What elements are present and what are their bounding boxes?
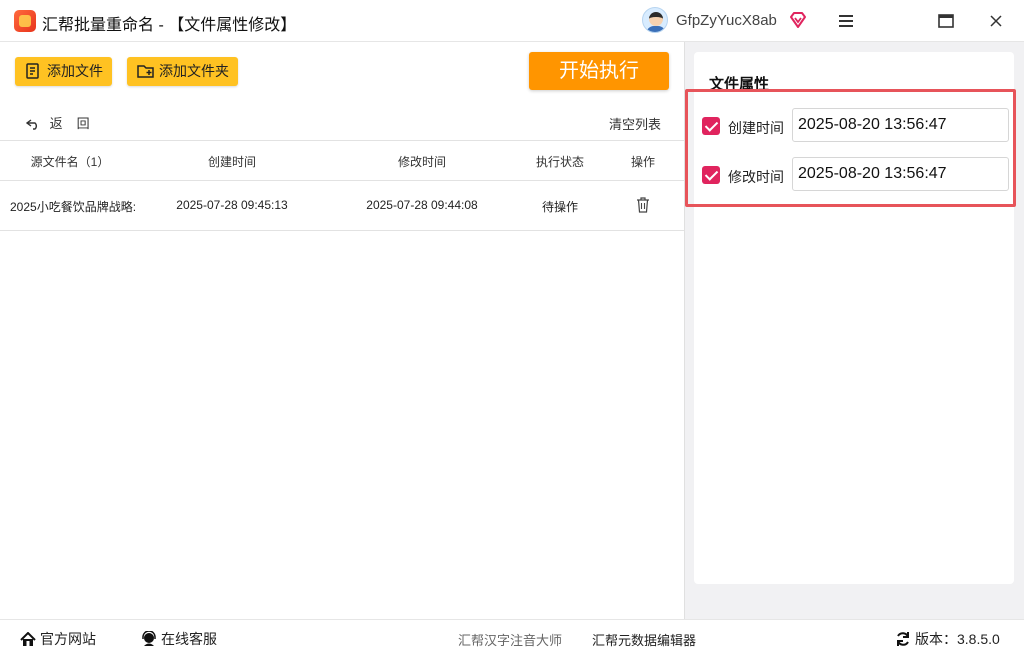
- add-file-button[interactable]: 添加文件: [15, 57, 112, 86]
- col-header-status: 执行状态: [535, 155, 584, 169]
- app-logo-icon: [14, 10, 36, 32]
- official-site-link[interactable]: 官方网站: [20, 629, 96, 649]
- version-label: 版本：3.8.5.0: [915, 631, 1000, 647]
- cell-status: 待操作: [541, 200, 578, 214]
- window-title: 汇帮批量重命名 - 【文件属性修改】: [42, 17, 297, 34]
- avatar[interactable]: [642, 7, 668, 33]
- cell-name: 2025小吃餐饮品牌战略:: [10, 200, 137, 214]
- official-site-label: 官方网站: [40, 631, 96, 647]
- add-file-icon: [26, 63, 39, 79]
- maximize-icon[interactable]: [935, 10, 957, 32]
- back-label: 返回: [49, 116, 104, 131]
- online-support-label: 在线客服: [161, 631, 217, 647]
- trash-icon[interactable]: [636, 197, 650, 213]
- table-row[interactable]: 2025小吃餐饮品牌战略: 2025-07-28 09:45:13 2025-0…: [0, 181, 684, 231]
- create-time-checkbox[interactable]: [702, 117, 720, 135]
- cell-ctime: 2025-07-28 09:45:13: [176, 198, 288, 212]
- back-arrow-icon: [25, 119, 37, 130]
- modify-time-label: 修改时间: [728, 169, 784, 185]
- col-header-mtime: 修改时间: [397, 155, 446, 169]
- footer-link-pinyin[interactable]: 汇帮汉字注音大师: [458, 630, 562, 649]
- clear-list-button[interactable]: 清空列表: [609, 114, 661, 133]
- back-button[interactable]: 返回: [25, 113, 104, 132]
- vip-diamond-icon[interactable]: [789, 11, 807, 29]
- create-time-label: 创建时间: [728, 120, 784, 136]
- footer-link-metadata[interactable]: 汇帮元数据编辑器: [592, 630, 696, 649]
- footer: 官方网站 在线客服 汇帮汉字注音大师 汇帮元数据编辑器 版本：3.8.5.0: [0, 619, 1024, 653]
- add-folder-button[interactable]: 添加文件夹: [127, 57, 238, 86]
- table-header: 源文件名（1） 创建时间 修改时间 执行状态 操作: [0, 140, 684, 181]
- menu-icon[interactable]: [835, 10, 857, 32]
- add-folder-icon: [137, 65, 154, 78]
- online-support-link[interactable]: 在线客服: [141, 629, 217, 649]
- username[interactable]: GfpZyYucX8ab: [676, 12, 777, 29]
- home-icon: [20, 631, 36, 646]
- add-file-label: 添加文件: [47, 63, 103, 79]
- title-bar: 汇帮批量重命名 - 【文件属性修改】 GfpZyYucX8ab: [0, 0, 1024, 42]
- refresh-icon: [897, 632, 909, 646]
- col-header-op: 操作: [630, 155, 655, 169]
- start-execute-button[interactable]: 开始执行: [529, 52, 669, 90]
- support-icon: [142, 630, 156, 646]
- version-info[interactable]: 版本：3.8.5.0: [895, 629, 1000, 649]
- close-icon[interactable]: [985, 10, 1007, 32]
- col-header-name: 源文件名（1）: [30, 155, 110, 169]
- col-header-ctime: 创建时间: [207, 155, 256, 169]
- modify-time-checkbox[interactable]: [702, 166, 720, 184]
- create-time-input[interactable]: [792, 108, 1009, 142]
- cell-mtime: 2025-07-28 09:44:08: [366, 198, 478, 212]
- modify-time-input[interactable]: [792, 157, 1009, 191]
- add-folder-label: 添加文件夹: [159, 63, 229, 79]
